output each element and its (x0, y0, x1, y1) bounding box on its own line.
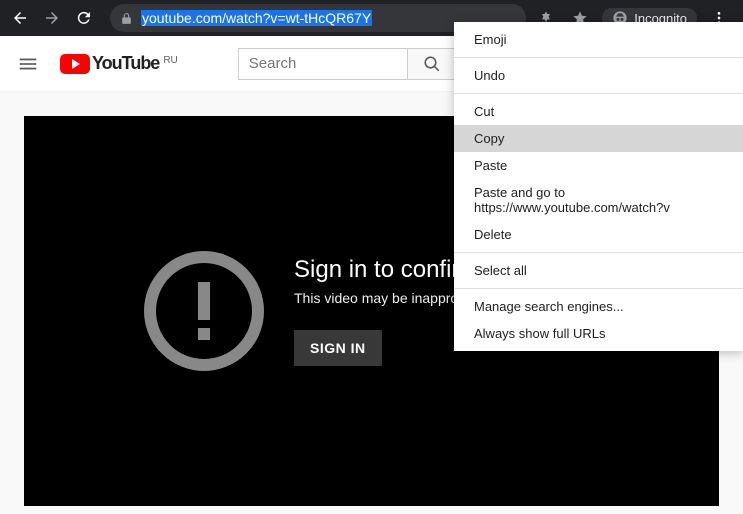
menu-item[interactable]: Copy (454, 125, 743, 152)
menu-button[interactable] (16, 52, 40, 76)
menu-separator (454, 93, 743, 94)
youtube-logo[interactable]: YouTube RU (60, 53, 178, 74)
search-icon (423, 55, 441, 73)
warning-icon (144, 251, 264, 371)
menu-separator (454, 252, 743, 253)
menu-item[interactable]: Paste and go to https://www.youtube.com/… (454, 179, 743, 221)
youtube-logo-text: YouTube (92, 53, 159, 74)
menu-item[interactable]: Emoji (454, 26, 743, 53)
lock-icon (120, 12, 133, 25)
reload-button[interactable] (72, 6, 96, 30)
sign-in-button[interactable]: SIGN IN (294, 330, 382, 366)
search-container (238, 48, 458, 80)
youtube-region-label: RU (163, 55, 177, 66)
menu-separator (454, 57, 743, 58)
url-text[interactable]: youtube.com/watch?v=wt-tHcQR67Y (141, 10, 372, 26)
menu-item[interactable]: Cut (454, 98, 743, 125)
back-button[interactable] (8, 6, 32, 30)
menu-separator (454, 288, 743, 289)
menu-item[interactable]: Manage search engines... (454, 293, 743, 320)
menu-item[interactable]: Delete (454, 221, 743, 248)
menu-item[interactable]: Always show full URLs (454, 320, 743, 347)
search-button[interactable] (408, 48, 458, 80)
youtube-play-icon (60, 54, 90, 74)
menu-item[interactable]: Select all (454, 257, 743, 284)
menu-item[interactable]: Paste (454, 152, 743, 179)
menu-item[interactable]: Undo (454, 62, 743, 89)
search-input[interactable] (238, 48, 408, 80)
context-menu: Emoji Undo CutCopyPastePaste and go to htt… (454, 22, 743, 351)
forward-button[interactable] (40, 6, 64, 30)
